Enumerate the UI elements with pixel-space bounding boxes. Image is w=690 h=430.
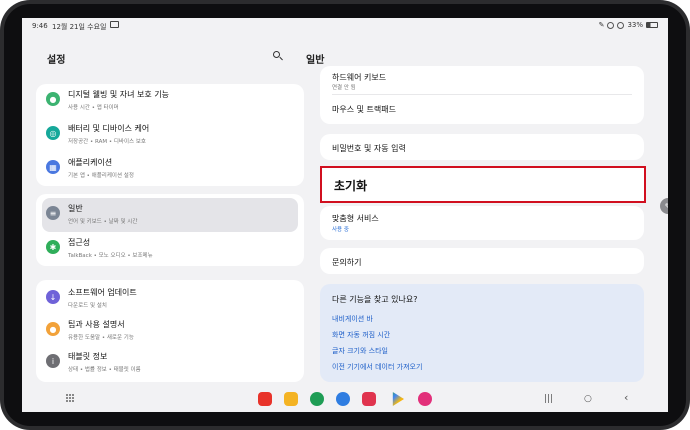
- menu-item-label: 소프트웨어 업데이트: [68, 288, 137, 297]
- general-management-icon: ≡: [46, 206, 60, 220]
- general-group-contact: 문의하기: [320, 248, 644, 274]
- general-group-custom: 맞춤형 서비스 사용 중: [320, 206, 644, 240]
- menu-item-label: 디지털 웰빙 및 자녀 보호 기능: [68, 90, 170, 99]
- suggestion-link-screen-timeout[interactable]: 화면 자동 꺼짐 시간: [332, 330, 390, 340]
- battery-percent: 33%: [627, 21, 643, 29]
- menu-item-applications[interactable]: ▦ 애플리케이션 기본 앱 • 애플리케이션 설정: [42, 152, 298, 186]
- menu-item-general[interactable]: ≡ 일반 언어 및 키보드 • 날짜 및 시간: [42, 198, 298, 232]
- status-bar: 9:46 12월 21일 수요일 ✎ 33%: [22, 18, 668, 34]
- camera-icon[interactable]: [362, 392, 376, 406]
- custom-service-status: 사용 중: [332, 227, 349, 233]
- suggestions-card: 다른 기능을 찾고 있나요? 내비게이션 바 화면 자동 꺼짐 시간 글자 크기…: [320, 284, 644, 382]
- menu-item-label: 태블릿 정보: [68, 352, 108, 361]
- mouse-trackpad-item[interactable]: 마우스 및 트랙패드: [332, 104, 396, 115]
- menu-item-label: 배터리 및 디바이스 케어: [68, 124, 150, 133]
- taskbar: ||| ○ ‹: [22, 388, 668, 412]
- custom-service-item[interactable]: 맞춤형 서비스: [332, 213, 379, 224]
- battery-icon: [646, 22, 658, 28]
- device-care-icon: ◎: [46, 126, 60, 140]
- menu-item-label: 일반: [68, 204, 83, 213]
- menu-item-device-care[interactable]: ◎ 배터리 및 디바이스 케어 저장공간 • RAM • 디바이스 보호: [42, 118, 298, 152]
- settings-group-1: ● 디지털 웰빙 및 자녀 보호 기능 사용 시간 • 앱 타이머 ◎ 배터리 …: [36, 84, 304, 186]
- menu-item-label: 애플리케이션: [68, 158, 113, 167]
- menu-item-subtitle: 유용한 도움말 • 새로운 기능: [68, 335, 134, 341]
- menu-item-subtitle: 상태 • 법률 정보 • 태블릿 이름: [68, 367, 141, 373]
- phone-link-icon[interactable]: [310, 392, 324, 406]
- apps-icon: ▦: [46, 160, 60, 174]
- menu-item-subtitle: 저장공간 • RAM • 디바이스 보호: [68, 139, 146, 145]
- menu-item-software-update[interactable]: ↓ 소프트웨어 업데이트 다운로드 및 설치: [42, 282, 298, 316]
- menu-item-digital-wellbeing[interactable]: ● 디지털 웰빙 및 자녀 보호 기능 사용 시간 • 앱 타이머: [42, 84, 298, 118]
- menu-item-tips[interactable]: ● 팁과 사용 설명서 유용한 도움말 • 새로운 기능: [42, 314, 298, 348]
- contact-us-item[interactable]: 문의하기: [332, 257, 361, 268]
- menu-item-subtitle: 사용 시간 • 앱 타이머: [68, 105, 119, 111]
- play-store-icon[interactable]: [392, 392, 404, 406]
- search-icon[interactable]: [272, 50, 284, 62]
- back-button[interactable]: ‹: [624, 391, 628, 404]
- hardware-keyboard-item[interactable]: 하드웨어 키보드: [332, 72, 386, 83]
- status-time: 9:46: [32, 22, 48, 30]
- blossom-app-icon[interactable]: [418, 392, 432, 406]
- my-files-icon[interactable]: [284, 392, 298, 406]
- reset-item[interactable]: 초기화: [320, 166, 646, 203]
- software-update-icon: ↓: [46, 290, 60, 304]
- samsung-notes-icon[interactable]: [258, 392, 272, 406]
- edge-panel-handle[interactable]: ✎: [660, 198, 668, 214]
- menu-item-label: 접근성: [68, 238, 91, 247]
- home-button[interactable]: ○: [584, 394, 592, 404]
- tips-icon: ●: [46, 322, 60, 336]
- status-icons: ✎ 33%: [599, 21, 658, 29]
- hardware-keyboard-status: 연결 안 됨: [332, 85, 356, 91]
- menu-item-subtitle: TalkBack • 모노 오디오 • 보조메뉴: [68, 253, 153, 259]
- apps-grid-icon[interactable]: [66, 394, 74, 402]
- accessibility-icon: ✱: [46, 240, 60, 254]
- suggestions-title: 다른 기능을 찾고 있나요?: [332, 295, 418, 304]
- messages-icon[interactable]: [336, 392, 350, 406]
- screen: 9:46 12월 21일 수요일 ✎ 33% 설정 ● 디지털 웰빙 및 자녀 …: [22, 18, 668, 412]
- menu-item-label: 팁과 사용 설명서: [68, 320, 125, 329]
- mute-icon: [607, 21, 615, 29]
- suggestion-link-navigation-bar[interactable]: 내비게이션 바: [332, 314, 373, 324]
- menu-item-tablet-info[interactable]: i 태블릿 정보 상태 • 법률 정보 • 태블릿 이름: [42, 346, 298, 380]
- divider: [332, 94, 632, 95]
- settings-group-2: ≡ 일반 언어 및 키보드 • 날짜 및 시간 ✱ 접근성 TalkBack •…: [36, 194, 304, 266]
- digital-wellbeing-icon: ●: [46, 92, 60, 106]
- settings-group-3: ↓ 소프트웨어 업데이트 다운로드 및 설치 ● 팁과 사용 설명서 유용한 도…: [36, 280, 304, 382]
- suggestion-link-font-size[interactable]: 글자 크기와 스타일: [332, 346, 388, 356]
- settings-title: 설정: [47, 55, 66, 66]
- password-autofill-item[interactable]: 비밀번호 및 자동 입력: [332, 143, 406, 154]
- general-group-input: 하드웨어 키보드 연결 안 됨 마우스 및 트랙패드: [320, 66, 644, 124]
- menu-item-subtitle: 기본 앱 • 애플리케이션 설정: [68, 173, 134, 179]
- general-group-password: 비밀번호 및 자동 입력: [320, 134, 644, 160]
- tablet-info-icon: i: [46, 354, 60, 368]
- menu-item-accessibility[interactable]: ✱ 접근성 TalkBack • 모노 오디오 • 보조메뉴: [42, 232, 298, 266]
- suggestion-link-smart-switch[interactable]: 이전 기기에서 데이터 가져오기: [332, 362, 422, 372]
- pen-icon: ✎: [598, 21, 605, 29]
- menu-item-subtitle: 다운로드 및 설치: [68, 303, 107, 309]
- general-title: 일반: [306, 55, 325, 66]
- menu-item-subtitle: 언어 및 키보드 • 날짜 및 시간: [68, 219, 138, 225]
- recents-button[interactable]: |||: [544, 394, 553, 404]
- wifi-icon: [617, 21, 625, 29]
- notification-icon: [110, 21, 119, 28]
- status-date: 12월 21일 수요일: [52, 23, 107, 31]
- reset-label: 초기화: [334, 179, 368, 193]
